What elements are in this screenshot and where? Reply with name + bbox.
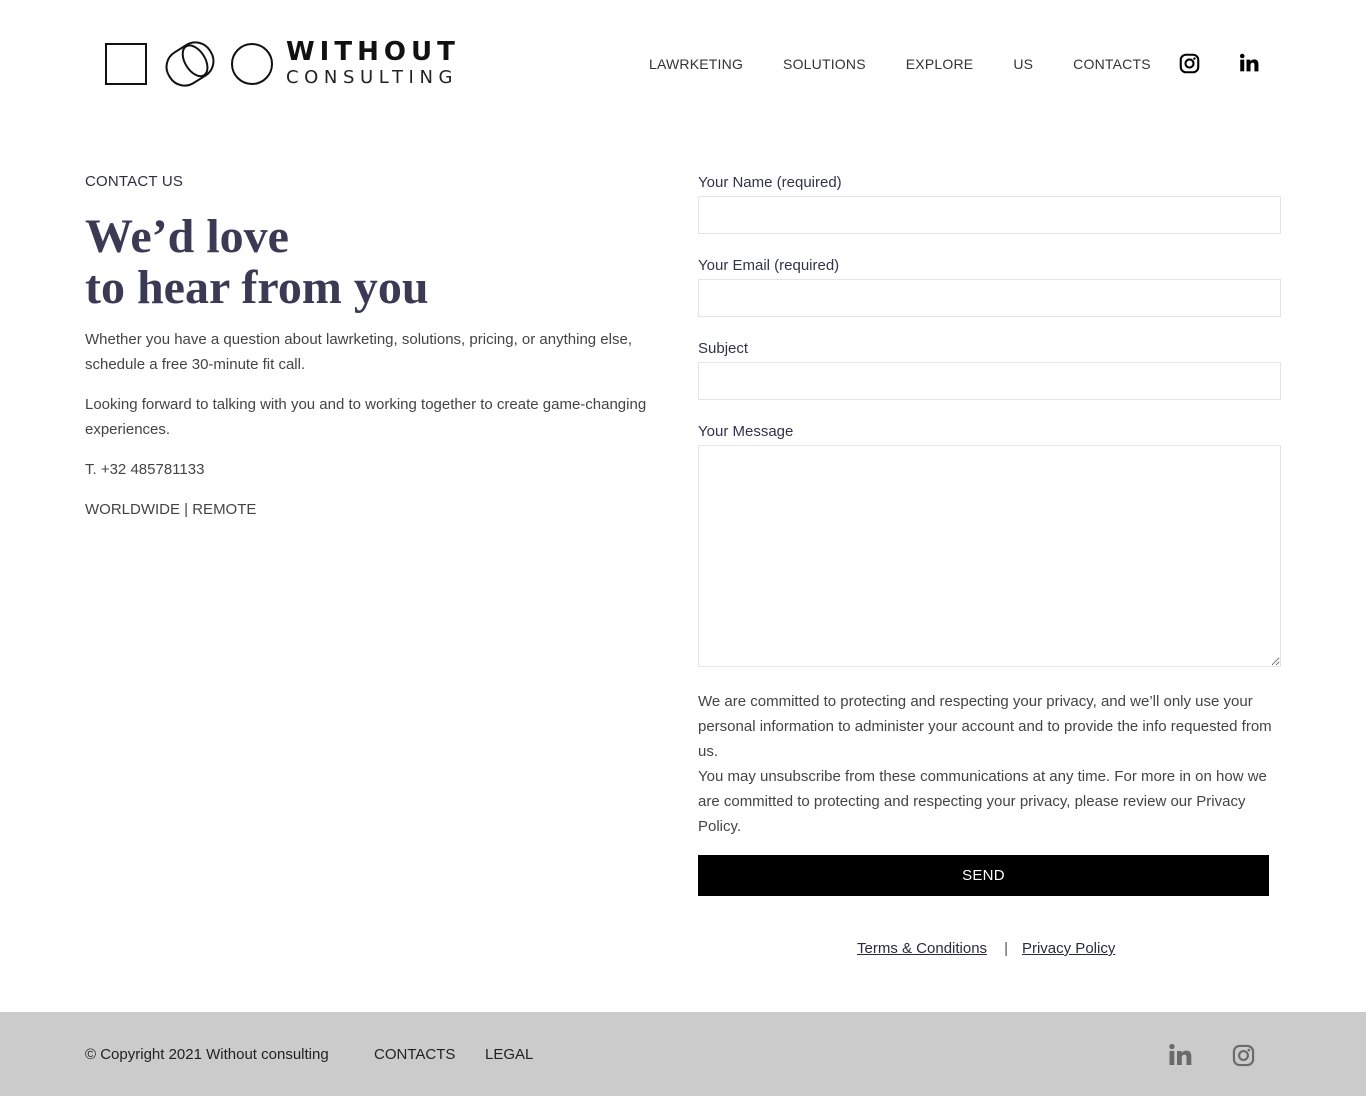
nav-item-contacts[interactable]: CONTACTS: [1073, 54, 1151, 74]
site-logo[interactable]: WITHOUT CONSULTING: [104, 36, 464, 94]
instagram-icon[interactable]: [1178, 52, 1200, 74]
privacy-notice: We are committed to protecting and respe…: [698, 689, 1281, 839]
closing-paragraph: Looking forward to talking with you and …: [85, 396, 647, 438]
subject-field[interactable]: [698, 362, 1281, 400]
link-separator: |: [1004, 940, 1008, 957]
linkedin-icon[interactable]: [1238, 52, 1260, 74]
privacy-text-1: We are committed to protecting and respe…: [698, 693, 1272, 760]
send-button[interactable]: SEND: [698, 855, 1269, 896]
name-field[interactable]: [698, 196, 1281, 234]
intro-paragraph: Whether you have a question about lawrke…: [85, 331, 632, 373]
headline-line-2: to hear from you: [85, 261, 429, 314]
phone-number: T. +32 485781133: [85, 461, 205, 478]
section-eyebrow: CONTACT US: [85, 173, 184, 190]
page-title: We’d love to hear from you: [85, 211, 675, 313]
legal-links: Terms & Conditions | Privacy Policy: [857, 938, 1115, 960]
site-footer: © Copyright 2021 Without consulting CONT…: [0, 1012, 1366, 1096]
email-field[interactable]: [698, 279, 1281, 317]
logo-word-consulting: CONSULTING: [286, 67, 459, 88]
logo-word-without: WITHOUT: [286, 37, 460, 67]
copyright-text: © Copyright 2021 Without consulting: [85, 1046, 329, 1063]
linkedin-icon[interactable]: [1168, 1043, 1192, 1067]
nav-item-solutions[interactable]: SOLUTIONS: [783, 54, 866, 74]
terms-link[interactable]: Terms & Conditions: [857, 938, 987, 960]
contact-form: Your Name (required) Your Email (require…: [698, 172, 1281, 896]
message-label: Your Message: [698, 423, 794, 440]
message-field[interactable]: [698, 445, 1281, 667]
name-label: Your Name (required): [698, 174, 842, 191]
logo-shapes-icon: [105, 41, 273, 87]
footer-legal-link[interactable]: LEGAL: [485, 1045, 533, 1065]
site-header: WITHOUT CONSULTING LAWRKETING SOLUTIONS …: [0, 0, 1366, 130]
nav-item-us[interactable]: US: [1013, 54, 1033, 74]
headline-line-1: We’d love: [85, 210, 289, 263]
instagram-icon[interactable]: [1231, 1043, 1255, 1067]
footer-contacts-link[interactable]: CONTACTS: [374, 1045, 455, 1065]
main-nav: LAWRKETING SOLUTIONS EXPLORE US CONTACTS: [649, 54, 1191, 74]
subject-label: Subject: [698, 340, 749, 357]
email-label: Your Email (required): [698, 257, 840, 274]
location-text: WORLDWIDE | REMOTE: [85, 501, 257, 518]
nav-item-lawrketing[interactable]: LAWRKETING: [649, 54, 743, 74]
logo-text: WITHOUT CONSULTING: [286, 38, 460, 89]
nav-item-explore[interactable]: EXPLORE: [906, 54, 974, 74]
privacy-text-2: You may unsubscribe from these communica…: [698, 768, 1267, 835]
contact-intro: CONTACT US We’d love to hear from you Wh…: [85, 172, 675, 522]
privacy-policy-link[interactable]: Privacy Policy: [1022, 938, 1115, 960]
